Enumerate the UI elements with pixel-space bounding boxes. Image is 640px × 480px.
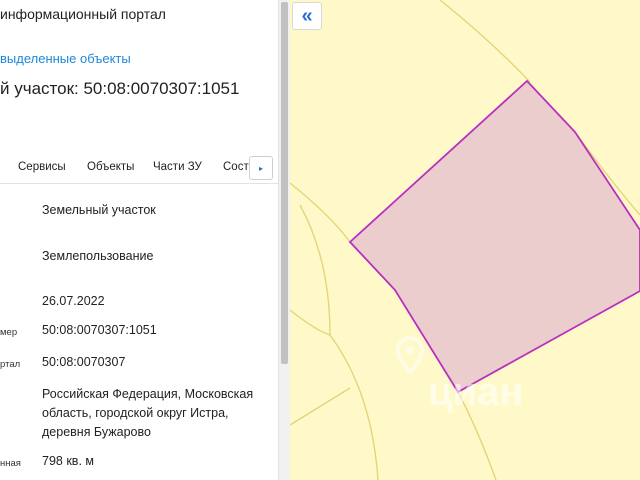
cadastral-number-value: 50:08:0070307:1051	[42, 323, 157, 337]
tab-services[interactable]: Сервисы	[18, 161, 66, 173]
area-label: нная	[0, 458, 21, 469]
area-value: 798 кв. м	[42, 454, 94, 468]
location-pin-icon	[395, 336, 425, 375]
parcel-polygon[interactable]	[348, 79, 640, 394]
collapse-panel-button[interactable]: «	[292, 2, 322, 30]
panel-scrollbar[interactable]	[278, 0, 290, 480]
map-view[interactable]: циан	[290, 0, 640, 480]
tab-bar: Сервисы Объекты Части ЗУ Соста	[0, 152, 278, 184]
portal-title: информационный портал	[0, 6, 166, 22]
cadastral-quarter-label: ртал	[0, 359, 21, 370]
boundary-line	[290, 387, 351, 426]
boundary-line	[290, 309, 331, 336]
watermark: циан	[428, 370, 524, 414]
tabs-scroll-right-button[interactable]: ▸	[249, 156, 273, 180]
double-chevron-left-icon: «	[301, 4, 313, 27]
cadastral-number-label: мер	[0, 327, 18, 338]
boundary-line	[290, 182, 351, 243]
tab-objects[interactable]: Объекты	[87, 161, 134, 173]
boundary-line	[439, 0, 531, 83]
address-value: Российская Федерация, Московская область…	[42, 387, 254, 439]
tab-parts[interactable]: Части ЗУ	[153, 161, 202, 173]
info-panel: информационный портал выделенные объекты…	[0, 0, 278, 480]
object-type-value: Земельный участок	[42, 203, 156, 217]
selected-objects-link[interactable]: выделенные объекты	[0, 51, 131, 66]
date-value: 26.07.2022	[42, 294, 105, 308]
cadastral-quarter-value: 50:08:0070307	[42, 355, 126, 369]
chevron-right-icon: ▸	[258, 163, 263, 173]
scrollbar-thumb[interactable]	[281, 2, 288, 364]
parcel-heading: й участок: 50:08:0070307:1051	[0, 79, 240, 98]
object-kind-value: Землепользование	[42, 249, 154, 263]
